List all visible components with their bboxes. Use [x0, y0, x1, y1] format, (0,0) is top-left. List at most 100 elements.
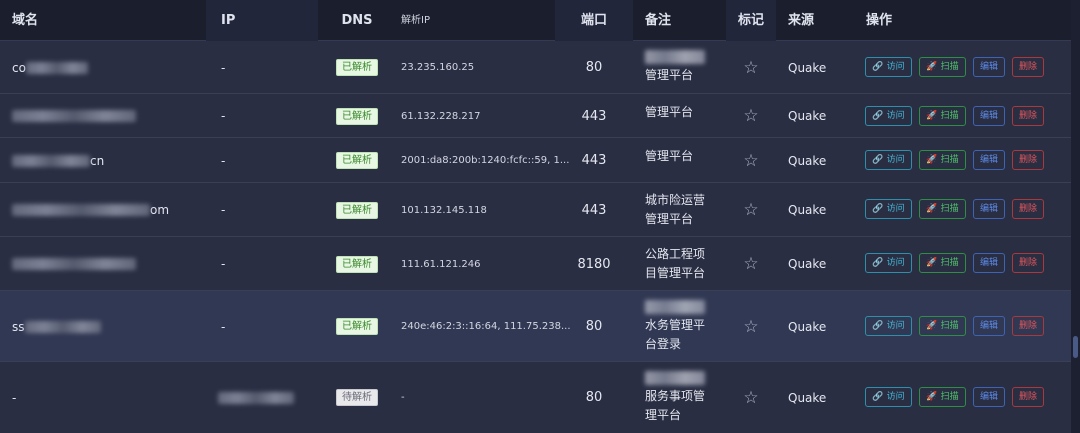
table-row: - 已解析 61.132.228.217 443 管理平台 ☆ Quake 🔗 访…: [0, 94, 1071, 138]
edit-button[interactable]: 编辑: [973, 387, 1005, 407]
visit-button[interactable]: 🔗 访问: [865, 57, 912, 77]
dns-cell: 已解析: [330, 291, 384, 362]
redacted-ip: [218, 391, 294, 404]
domain-cell: [12, 94, 136, 138]
mark-cell: ☆: [726, 138, 776, 183]
header-domain[interactable]: 域名: [12, 0, 38, 41]
domain-cell: ss: [12, 291, 101, 362]
star-icon[interactable]: ☆: [743, 151, 758, 171]
scan-button[interactable]: 🚀 扫描: [919, 316, 966, 336]
star-icon[interactable]: ☆: [743, 58, 758, 78]
visit-button[interactable]: 🔗 访问: [865, 150, 912, 170]
resolved-ip-cell: 61.132.228.217: [401, 110, 481, 122]
rocket-icon: 🚀: [926, 155, 938, 165]
asset-table: 域名 IP DNS 解析IP 端口 备注 标记 来源 操作 co - 已解析 2…: [0, 0, 1071, 433]
domain-text: co: [12, 60, 26, 75]
mark-cell: ☆: [726, 237, 776, 291]
delete-button[interactable]: 删除: [1012, 57, 1044, 77]
star-icon[interactable]: ☆: [743, 254, 758, 274]
source-cell: Quake: [788, 319, 827, 334]
redacted-domain: [25, 61, 88, 74]
edit-button[interactable]: 编辑: [973, 316, 1005, 336]
header-dns[interactable]: DNS: [330, 0, 384, 41]
rocket-icon: 🚀: [926, 111, 938, 121]
scan-button[interactable]: 🚀 扫描: [919, 150, 966, 170]
domain-text: ss: [12, 319, 25, 334]
source-cell: Quake: [788, 203, 827, 217]
scan-button[interactable]: 🚀 扫描: [919, 106, 966, 126]
header-actions: 操作: [866, 13, 893, 28]
dns-status-badge: 已解析: [336, 201, 378, 219]
resolved-ip-cell: 111.61.121.246: [401, 258, 481, 270]
header-ip[interactable]: IP: [221, 0, 235, 41]
edit-button[interactable]: 编辑: [973, 150, 1005, 170]
dns-cell: 已解析: [330, 94, 384, 138]
scan-button[interactable]: 🚀 扫描: [919, 253, 966, 273]
dns-status-badge: 已解析: [336, 107, 378, 125]
port-cell: 80: [585, 319, 603, 334]
visit-button[interactable]: 🔗 访问: [865, 387, 912, 407]
dns-status-badge: 已解析: [336, 255, 378, 273]
visit-button[interactable]: 🔗 访问: [865, 106, 912, 126]
rocket-icon: 🚀: [926, 62, 938, 72]
header-mark[interactable]: 标记: [726, 0, 776, 41]
ip-cell: -: [221, 203, 226, 217]
dns-status-badge: 已解析: [336, 318, 378, 335]
resolved-ip-cell: 240e:46:2:3::16:64, 111.75.238...: [401, 321, 571, 332]
link-icon: 🔗: [872, 111, 884, 121]
star-icon[interactable]: ☆: [743, 200, 758, 220]
row-actions: 🔗 访问 🚀 扫描 编辑 删除: [865, 199, 1044, 219]
remark-cell: 公路工程项目管理平台: [645, 237, 709, 291]
delete-button[interactable]: 删除: [1012, 150, 1044, 170]
resolved-ip-cell: -: [401, 392, 405, 403]
domain-cell: -: [12, 390, 17, 405]
domain-cell: [12, 237, 136, 291]
table-row: cn - 已解析 2001:da8:200b:1240:fcfc::59, 1.…: [0, 138, 1071, 183]
star-icon[interactable]: ☆: [743, 388, 758, 408]
ip-cell: -: [221, 257, 226, 271]
delete-button[interactable]: 删除: [1012, 199, 1044, 219]
edit-button[interactable]: 编辑: [973, 106, 1005, 126]
star-icon[interactable]: ☆: [743, 106, 758, 126]
remark-text: 管理平台: [645, 149, 694, 163]
visit-button[interactable]: 🔗 访问: [865, 316, 912, 336]
visit-button[interactable]: 🔗 访问: [865, 199, 912, 219]
scan-button[interactable]: 🚀 扫描: [919, 57, 966, 77]
row-actions: 🔗 访问 🚀 扫描 编辑 删除: [865, 150, 1044, 170]
delete-button[interactable]: 删除: [1012, 106, 1044, 126]
link-icon: 🔗: [872, 321, 884, 331]
delete-button[interactable]: 删除: [1012, 387, 1044, 407]
edit-button[interactable]: 编辑: [973, 57, 1005, 77]
port-cell: 443: [581, 202, 607, 218]
row-actions: 🔗 访问 🚀 扫描 编辑 删除: [865, 106, 1044, 126]
link-icon: 🔗: [872, 204, 884, 214]
visit-button[interactable]: 🔗 访问: [865, 253, 912, 273]
redacted-remark: [645, 370, 705, 385]
dns-cell: 已解析: [330, 41, 384, 94]
remark-text: 管理平台: [645, 68, 694, 82]
ip-cell: -: [221, 109, 226, 123]
header-resolved-ip[interactable]: 解析IP: [401, 0, 430, 41]
header-remark[interactable]: 备注: [645, 0, 671, 41]
dns-cell: 已解析: [330, 237, 384, 291]
dns-cell: 待解析: [330, 362, 384, 433]
scan-button[interactable]: 🚀 扫描: [919, 387, 966, 407]
vertical-scrollbar[interactable]: [1071, 0, 1080, 433]
delete-button[interactable]: 删除: [1012, 316, 1044, 336]
scrollbar-thumb[interactable]: [1073, 336, 1078, 358]
table-row: om - 已解析 101.132.145.118 443 城市险运营管理平台 ☆…: [0, 183, 1071, 237]
domain-cell: om: [12, 183, 169, 237]
link-icon: 🔗: [872, 392, 884, 402]
header-port[interactable]: 端口: [555, 0, 633, 41]
remark-text: 水务管理平台登录: [645, 317, 706, 351]
dns-status-badge: 已解析: [336, 59, 378, 76]
edit-button[interactable]: 编辑: [973, 199, 1005, 219]
remark-cell: 管理平台: [645, 138, 715, 183]
scan-button[interactable]: 🚀 扫描: [919, 199, 966, 219]
remark-cell: 管理平台: [645, 94, 715, 138]
edit-button[interactable]: 编辑: [973, 253, 1005, 273]
delete-button[interactable]: 删除: [1012, 253, 1044, 273]
header-source[interactable]: 来源: [788, 0, 814, 41]
ip-cell: -: [221, 60, 226, 75]
star-icon[interactable]: ☆: [743, 317, 758, 337]
